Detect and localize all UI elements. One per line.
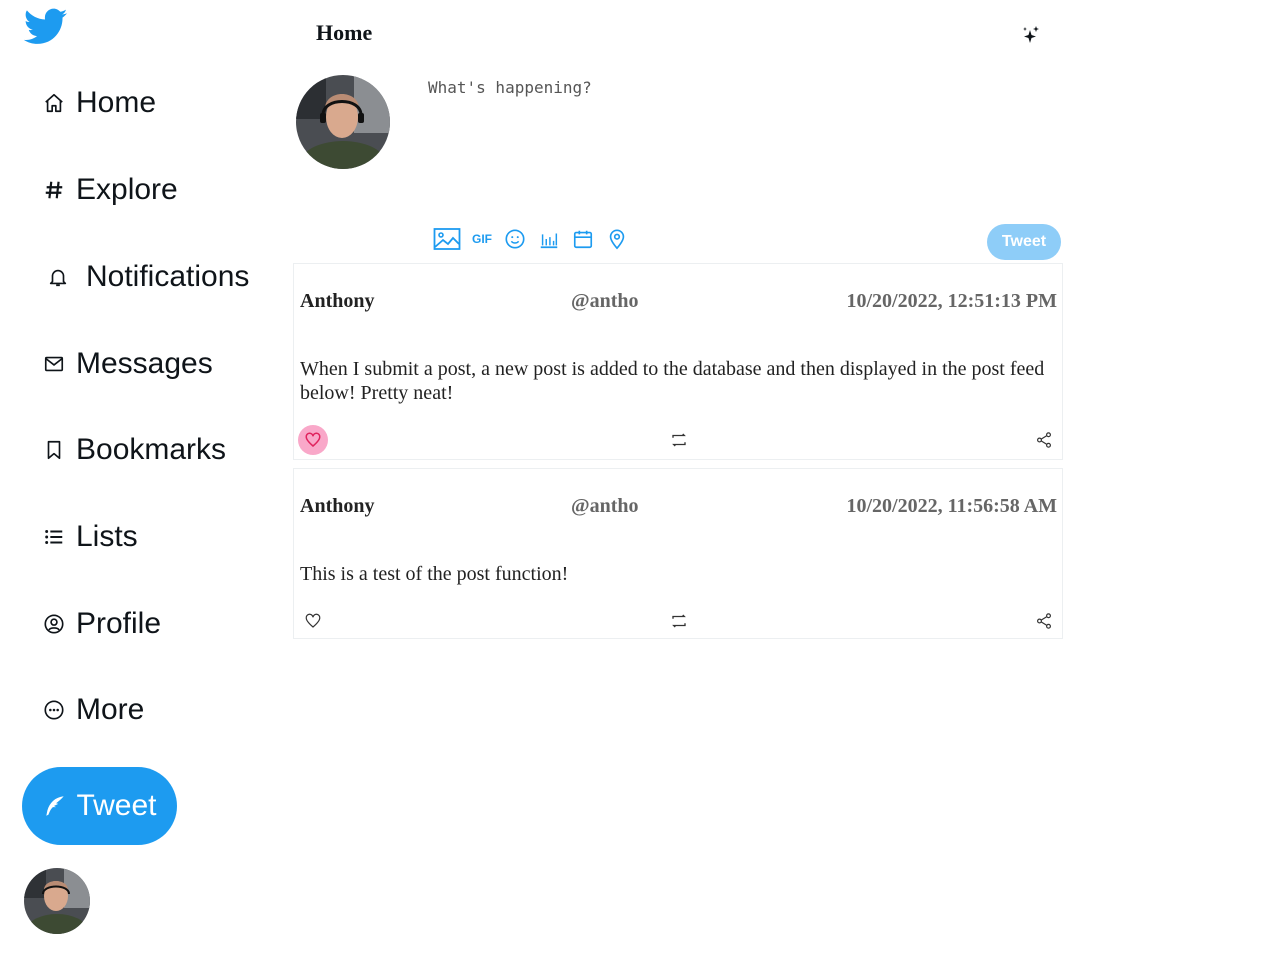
mail-icon	[40, 350, 68, 378]
sidebar-item-label: Notifications	[86, 260, 250, 293]
user-circle-icon	[40, 610, 68, 638]
share-button[interactable]	[1029, 425, 1059, 455]
sidebar-item-label: More	[76, 693, 145, 726]
post-body: When I submit a post, a new post is adde…	[300, 358, 1045, 404]
sidebar-tweet-button[interactable]: Tweet	[22, 767, 177, 845]
retweet-icon	[672, 614, 686, 628]
home-icon	[40, 89, 68, 117]
retweet-button[interactable]	[664, 425, 694, 455]
sidebar-item-bookmarks[interactable]: Bookmarks	[40, 433, 226, 467]
sidebar-item-lists[interactable]: Lists	[40, 520, 138, 554]
post-card: Anthony @antho 10/20/2022, 12:51:13 PM W…	[293, 263, 1063, 460]
sidebar-item-label: Explore	[76, 173, 178, 206]
sparkle-icon[interactable]	[1018, 24, 1042, 48]
poll-icon[interactable]	[536, 226, 562, 252]
sidebar-item-profile[interactable]: Profile	[40, 607, 161, 641]
avatar[interactable]	[24, 868, 90, 934]
share-icon	[1037, 613, 1051, 629]
feather-icon	[42, 793, 68, 819]
sidebar-item-notifications[interactable]: Notifications	[44, 260, 249, 294]
location-icon[interactable]	[604, 226, 630, 252]
share-icon	[1037, 432, 1051, 448]
composer-avatar	[296, 75, 390, 169]
like-button[interactable]	[298, 425, 328, 455]
retweet-button[interactable]	[664, 606, 694, 636]
page-title: Home	[316, 20, 373, 45]
hash-icon	[40, 176, 68, 204]
heart-icon	[305, 613, 321, 628]
sidebar-item-label: Profile	[76, 607, 162, 640]
compose-tweet-button[interactable]: Tweet	[987, 224, 1061, 260]
heart-icon	[305, 432, 321, 447]
schedule-icon[interactable]	[570, 226, 596, 252]
post-author-name[interactable]: Anthony	[300, 495, 374, 518]
sidebar-item-home[interactable]: Home	[40, 86, 156, 120]
share-button[interactable]	[1029, 606, 1059, 636]
bell-icon	[44, 263, 72, 291]
post-author-handle[interactable]: @antho	[571, 290, 639, 313]
sidebar-item-label: Home	[76, 86, 157, 119]
list-icon	[40, 523, 68, 551]
sidebar-item-label: Lists	[76, 520, 138, 553]
post-body: This is a test of the post function!	[300, 563, 569, 585]
emoji-icon[interactable]	[502, 226, 528, 252]
retweet-icon	[672, 433, 686, 447]
composer-toolbar: GIF	[432, 226, 630, 252]
sidebar-item-explore[interactable]: Explore	[40, 173, 178, 207]
gif-icon[interactable]: GIF	[470, 226, 494, 252]
twitter-bird-icon[interactable]	[23, 8, 68, 46]
sidebar-item-messages[interactable]: Messages	[40, 347, 213, 381]
compose-input[interactable]	[428, 78, 988, 198]
sidebar-item-label: Messages	[76, 347, 213, 380]
post-author-name[interactable]: Anthony	[300, 290, 374, 313]
tweet-button-label: Tweet	[76, 789, 157, 822]
post-timestamp: 10/20/2022, 11:56:58 AM	[846, 495, 1057, 517]
post-card: Anthony @antho 10/20/2022, 11:56:58 AM T…	[293, 468, 1063, 639]
bookmark-icon	[40, 436, 68, 464]
more-circle-icon	[40, 696, 68, 724]
sidebar-item-more[interactable]: More	[40, 693, 144, 727]
image-icon[interactable]	[432, 226, 462, 252]
post-timestamp: 10/20/2022, 12:51:13 PM	[846, 290, 1057, 312]
sidebar-item-label: Bookmarks	[76, 433, 227, 466]
post-author-handle[interactable]: @antho	[571, 495, 639, 518]
like-button[interactable]	[298, 606, 328, 636]
